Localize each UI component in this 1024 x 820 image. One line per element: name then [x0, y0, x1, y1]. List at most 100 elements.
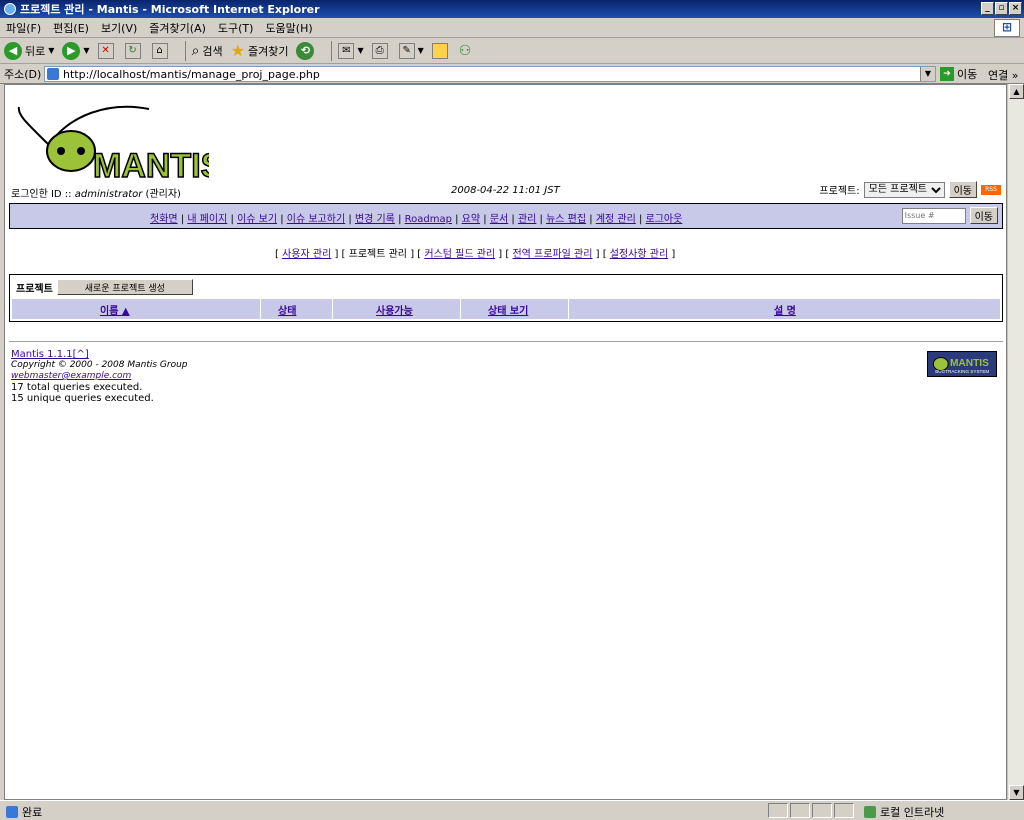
edit-icon: ✎: [398, 42, 415, 59]
column-description[interactable]: 설 명: [774, 302, 796, 317]
mantis-bugtracker-logo[interactable]: MANTIS BUGTRACKING SYSTEM: [927, 351, 997, 377]
scroll-down-icon[interactable]: ▼: [1009, 785, 1024, 800]
maximize-button[interactable]: ▫: [995, 2, 1008, 15]
nav-view-issues[interactable]: 이슈 보기: [237, 214, 277, 225]
manage-submenu: [ 사용자 관리 ] [ 프로젝트 관리 ] [ 커스텀 필드 관리 ] [ 전…: [275, 249, 676, 260]
security-zone: 로컬 인트라넷: [864, 804, 944, 820]
dropdown-icon: ▼: [48, 46, 55, 55]
nav-report-issue[interactable]: 이슈 보고하기: [287, 214, 345, 225]
history-icon: ⟲: [296, 41, 315, 60]
footer: Mantis 1.1.1[^] Copyright © 2000 - 2008 …: [11, 349, 188, 404]
edit-button[interactable]: ✎ ▼: [398, 42, 424, 59]
column-view-status[interactable]: 상태 보기: [488, 302, 528, 317]
project-select[interactable]: 모든 프로젝트: [863, 181, 945, 198]
history-button[interactable]: ⟲: [296, 41, 317, 60]
projects-table: 프로젝트 새로운 프로젝트 생성 이름 ▲ 상태 사용가능 상태 보기 설 명: [9, 274, 1003, 322]
toolbar: ◀ 뒤로 ▼ ▶ ▼ ✕ ↻ ⌂ ⌕ 검색 ★ 즐겨찾기 ⟲ ✉ ▼ ⎙ ✎ ▼ ⚇: [0, 38, 1024, 64]
mail-button[interactable]: ✉ ▼: [338, 42, 364, 59]
username: administrator: [74, 189, 143, 200]
refresh-button[interactable]: ↻: [124, 42, 144, 59]
menu-help[interactable]: 도움말(H): [265, 20, 312, 36]
webmaster-email[interactable]: webmaster@example.com: [11, 371, 131, 381]
nav-roadmap[interactable]: Roadmap: [405, 214, 452, 225]
stop-button[interactable]: ✕: [97, 42, 117, 59]
projects-title: 프로젝트: [16, 283, 53, 295]
submenu-manage-global-profiles[interactable]: 전역 프로파일 관리: [512, 249, 592, 260]
nav-my-page[interactable]: 내 페이지: [187, 214, 227, 225]
top-link[interactable]: [^]: [73, 349, 89, 360]
project-label: 프로젝트:: [819, 186, 860, 197]
create-project-button[interactable]: 새로운 프로젝트 생성: [56, 279, 193, 295]
scroll-up-icon[interactable]: ▲: [1009, 84, 1024, 99]
search-button[interactable]: ⌕ 검색: [192, 43, 223, 59]
folder-icon: [431, 42, 448, 59]
mail-icon: ✉: [338, 42, 355, 59]
nav-docs[interactable]: 문서: [490, 214, 508, 225]
menu-edit[interactable]: 편집(E): [53, 20, 89, 36]
nav-logout[interactable]: 로그아웃: [646, 214, 683, 225]
windows-logo-icon: ⊞: [994, 19, 1020, 37]
menu-file[interactable]: 파일(F): [6, 20, 41, 36]
svg-text:MANTIS: MANTIS: [93, 147, 209, 183]
print-button[interactable]: ⎙: [371, 42, 391, 59]
address-dropdown-icon[interactable]: ▼: [920, 67, 935, 81]
copyright: Copyright © 2000 - 2008 Mantis Group: [11, 360, 188, 370]
forward-button[interactable]: ▶ ▼: [62, 41, 90, 60]
submenu-manage-users[interactable]: 사용자 관리: [282, 249, 331, 260]
page-icon: [47, 68, 59, 80]
mantis-version-link[interactable]: Mantis 1.1.1: [11, 349, 73, 360]
links-button[interactable]: 연결 »: [988, 67, 1018, 83]
search-icon: ⌕: [191, 42, 200, 59]
favorites-button[interactable]: ★ 즐겨찾기: [231, 41, 289, 60]
submenu-manage-custom-fields[interactable]: 커스텀 필드 관리: [424, 249, 495, 260]
messenger-icon: ⚇: [458, 42, 472, 59]
intranet-icon: [864, 806, 876, 818]
column-name[interactable]: 이름 ▲: [100, 302, 130, 317]
nav-changelog[interactable]: 변경 기록: [355, 214, 395, 225]
star-icon: ★: [230, 41, 245, 60]
projects-header: 프로젝트 새로운 프로젝트 생성: [16, 279, 193, 295]
address-url[interactable]: http://localhost/mantis/manage_proj_page…: [63, 68, 320, 81]
menu-favorites[interactable]: 즐겨찾기(A): [149, 20, 206, 36]
vertical-scrollbar[interactable]: ▲ ▼: [1007, 84, 1024, 800]
home-button[interactable]: ⌂: [151, 42, 171, 59]
page-content: MANTIS 로그인한 ID :: administrator (관리자) 20…: [4, 84, 1007, 800]
close-button[interactable]: ×: [1009, 2, 1022, 15]
projects-column-headers: 이름 ▲ 상태 사용가능 상태 보기 설 명: [12, 299, 1000, 319]
discuss-button[interactable]: [431, 42, 451, 59]
svg-text:BUGTRACKING SYSTEM: BUGTRACKING SYSTEM: [935, 369, 989, 374]
menu-tools[interactable]: 도구(T): [218, 20, 254, 36]
status-done: 완료: [6, 804, 42, 820]
issue-number-input[interactable]: [901, 207, 966, 224]
menu-view[interactable]: 보기(V): [101, 20, 137, 36]
login-row: 로그인한 ID :: administrator (관리자) 2008-04-2…: [11, 181, 1001, 200]
svg-text:MANTIS: MANTIS: [950, 358, 989, 369]
messenger-button[interactable]: ⚇: [459, 43, 472, 59]
address-go-button[interactable]: ➔ 이동: [940, 66, 977, 82]
nav-edit-news[interactable]: 뉴스 편집: [546, 214, 586, 225]
stop-icon: ✕: [97, 42, 114, 59]
submenu-manage-config[interactable]: 설정사항 관리: [610, 249, 668, 260]
queries-total: 17 total queries executed.: [11, 382, 143, 393]
back-arrow-icon: ◀: [4, 41, 22, 60]
nav-home[interactable]: 첫화면: [150, 214, 178, 225]
refresh-icon: ↻: [124, 42, 141, 59]
back-button[interactable]: ◀ 뒤로 ▼: [4, 41, 55, 60]
submenu-manage-projects: 프로젝트 관리: [348, 249, 408, 260]
login-info: 로그인한 ID :: administrator (관리자): [11, 189, 181, 200]
nav-manage[interactable]: 관리: [518, 214, 536, 225]
address-input[interactable]: http://localhost/mantis/manage_proj_page…: [44, 66, 936, 82]
rss-icon[interactable]: RSS: [981, 184, 1001, 195]
forward-arrow-icon: ▶: [62, 41, 81, 60]
column-enabled[interactable]: 사용가능: [376, 302, 413, 317]
project-go-button[interactable]: 이동: [948, 181, 977, 198]
minimize-button[interactable]: _: [981, 2, 994, 15]
address-bar: 주소(D) http://localhost/mantis/manage_pro…: [0, 64, 1024, 84]
project-selector: 프로젝트: 모든 프로젝트 이동 RSS: [819, 181, 1001, 198]
nav-account[interactable]: 계정 관리: [596, 214, 636, 225]
page-done-icon: [6, 806, 18, 818]
nav-summary[interactable]: 요약: [462, 214, 480, 225]
issue-go-button[interactable]: 이동: [969, 207, 998, 224]
print-icon: ⎙: [371, 42, 388, 59]
column-status[interactable]: 상태: [278, 302, 296, 317]
